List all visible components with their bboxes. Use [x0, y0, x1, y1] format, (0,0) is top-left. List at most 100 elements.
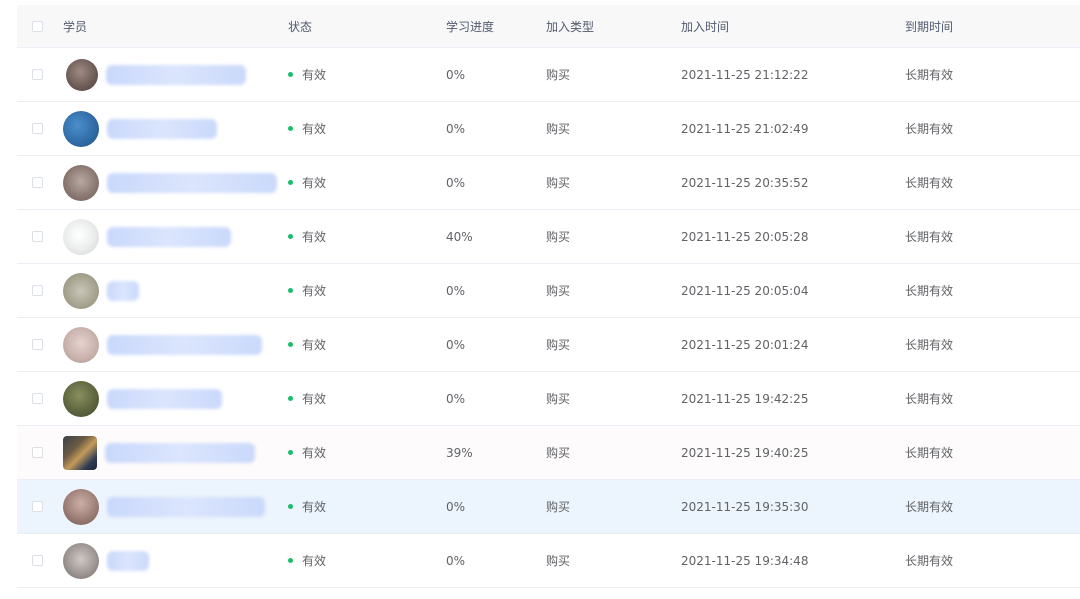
status-text: 有效	[302, 176, 327, 190]
join-type-cell: 购买	[546, 446, 571, 460]
join-time-cell: 2021-11-25 20:35:52	[681, 175, 809, 190]
table-row[interactable]: 有效 0% 购买 2021-11-25 21:12:22 长期有效	[17, 48, 1080, 102]
student-cell[interactable]	[63, 372, 222, 425]
header-status: 状态	[288, 19, 313, 34]
student-cell[interactable]	[63, 48, 246, 101]
progress-cell: 0%	[446, 283, 466, 298]
row-checkbox[interactable]	[32, 69, 43, 80]
avatar	[63, 488, 99, 525]
row-checkbox-cell[interactable]	[32, 156, 43, 209]
row-checkbox-cell[interactable]	[32, 102, 43, 155]
row-checkbox-cell[interactable]	[32, 426, 43, 479]
table-row[interactable]: 有效 0% 购买 2021-11-25 20:35:52 长期有效	[17, 156, 1080, 210]
row-checkbox[interactable]	[32, 555, 43, 566]
row-checkbox-cell[interactable]	[32, 210, 43, 263]
select-all-checkbox[interactable]	[32, 20, 43, 32]
table-row[interactable]: 有效 0% 购买 2021-11-25 20:05:04 长期有效	[17, 264, 1080, 318]
progress-cell: 0%	[446, 553, 466, 568]
student-name[interactable]	[107, 280, 139, 301]
expire-time-cell: 长期有效	[905, 122, 954, 136]
student-name[interactable]	[107, 172, 277, 193]
status-dot-icon	[288, 234, 293, 239]
status-cell: 有效	[288, 318, 326, 371]
table-row[interactable]: 有效 0% 购买 2021-11-25 19:34:48 长期有效	[17, 534, 1080, 588]
table-row[interactable]: 有效 0% 购买 2021-11-25 20:01:24 长期有效	[17, 318, 1080, 372]
progress-cell: 39%	[446, 445, 473, 460]
status-cell: 有效	[288, 156, 326, 209]
student-name[interactable]	[107, 496, 265, 517]
student-name[interactable]	[106, 64, 246, 85]
row-checkbox[interactable]	[32, 285, 43, 296]
student-cell[interactable]	[63, 264, 139, 317]
status-cell: 有效	[288, 372, 326, 425]
table-header: 学员 状态 学习进度 加入类型 加入时间 到期时间	[17, 5, 1080, 48]
row-checkbox[interactable]	[32, 501, 43, 512]
row-checkbox-cell[interactable]	[32, 48, 43, 101]
status-cell: 有效	[288, 264, 326, 317]
student-cell[interactable]	[63, 156, 277, 209]
avatar	[66, 58, 98, 91]
student-name[interactable]	[107, 334, 262, 355]
status-text: 有效	[302, 446, 327, 460]
row-checkbox-cell[interactable]	[32, 480, 43, 533]
status-dot-icon	[288, 504, 293, 509]
student-name[interactable]	[105, 442, 255, 463]
status-cell: 有效	[288, 426, 326, 479]
student-cell[interactable]	[63, 480, 265, 533]
row-checkbox-cell[interactable]	[32, 372, 43, 425]
table-row[interactable]: 有效 40% 购买 2021-11-25 20:05:28 长期有效	[17, 210, 1080, 264]
status-text: 有效	[302, 68, 327, 82]
student-cell[interactable]	[63, 426, 255, 479]
join-time-cell: 2021-11-25 20:01:24	[681, 337, 809, 352]
status-cell: 有效	[288, 102, 326, 155]
row-checkbox[interactable]	[32, 393, 43, 404]
table-row[interactable]: 有效 0% 购买 2021-11-25 19:42:25 长期有效	[17, 372, 1080, 426]
status-cell: 有效	[288, 48, 326, 101]
avatar	[63, 110, 99, 147]
status-dot-icon	[288, 396, 293, 401]
row-checkbox[interactable]	[32, 447, 43, 458]
join-time-cell: 2021-11-25 19:40:25	[681, 445, 809, 460]
header-join-type: 加入类型	[546, 19, 595, 34]
student-cell[interactable]	[63, 102, 217, 155]
table-row[interactable]: 有效 0% 购买 2021-11-25 21:02:49 长期有效	[17, 102, 1080, 156]
row-checkbox[interactable]	[32, 177, 43, 188]
join-time-cell: 2021-11-25 19:35:30	[681, 499, 809, 514]
students-table: 学员 状态 学习进度 加入类型 加入时间 到期时间 有效 0% 购买 2021-…	[17, 5, 1080, 588]
status-dot-icon	[288, 342, 293, 347]
header-student: 学员	[63, 19, 88, 34]
join-time-cell: 2021-11-25 21:02:49	[681, 121, 809, 136]
student-cell[interactable]	[63, 318, 262, 371]
row-checkbox-cell[interactable]	[32, 534, 43, 587]
row-checkbox[interactable]	[32, 123, 43, 134]
join-time-cell: 2021-11-25 19:42:25	[681, 391, 809, 406]
row-checkbox[interactable]	[32, 339, 43, 350]
select-all-cell[interactable]	[32, 5, 43, 47]
status-dot-icon	[288, 126, 293, 131]
progress-cell: 0%	[446, 391, 466, 406]
table-row[interactable]: 有效 0% 购买 2021-11-25 19:35:30 长期有效	[17, 480, 1080, 534]
status-text: 有效	[302, 284, 327, 298]
header-expire-time: 到期时间	[905, 19, 954, 34]
table-row[interactable]: 有效 39% 购买 2021-11-25 19:40:25 长期有效	[17, 426, 1080, 480]
row-checkbox-cell[interactable]	[32, 264, 43, 317]
expire-time-cell: 长期有效	[905, 500, 954, 514]
status-text: 有效	[302, 122, 327, 136]
join-type-cell: 购买	[546, 392, 571, 406]
progress-cell: 0%	[446, 499, 466, 514]
student-name[interactable]	[107, 550, 149, 571]
student-cell[interactable]	[63, 534, 149, 587]
student-name[interactable]	[107, 118, 217, 139]
student-cell[interactable]	[63, 210, 231, 263]
avatar	[63, 272, 99, 309]
row-checkbox[interactable]	[32, 231, 43, 242]
row-checkbox-cell[interactable]	[32, 318, 43, 371]
student-name[interactable]	[107, 388, 222, 409]
join-time-cell: 2021-11-25 19:34:48	[681, 553, 809, 568]
status-cell: 有效	[288, 480, 326, 533]
student-name[interactable]	[107, 226, 231, 247]
status-cell: 有效	[288, 534, 326, 587]
status-text: 有效	[302, 500, 327, 514]
status-dot-icon	[288, 72, 293, 77]
expire-time-cell: 长期有效	[905, 176, 954, 190]
